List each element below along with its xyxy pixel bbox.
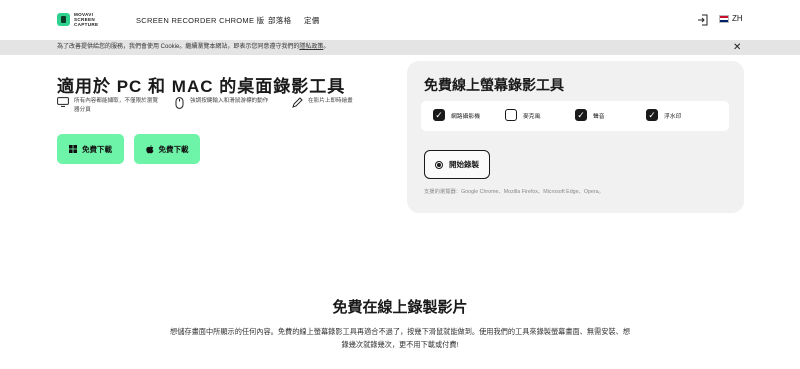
record-icon xyxy=(435,160,443,169)
flag-icon xyxy=(719,14,729,23)
download-mac-label: 免費下載 xyxy=(158,144,189,154)
option-microphone[interactable]: 麥克風 xyxy=(505,109,540,121)
language-label: ZH xyxy=(732,14,743,23)
feature-draw-text: 在影片上即時繪畫 xyxy=(308,98,353,104)
feature-capture-text: 所有內容都能擷取，不僅限於瀏覽器分頁 xyxy=(74,98,158,113)
option-sound-label: 聲音 xyxy=(593,113,605,120)
logo-icon xyxy=(57,13,70,26)
hero-title: 適用於 PC 和 MAC 的桌面錄影工具 xyxy=(57,77,346,96)
feature-highlight-text: 強調按鍵輸入和滑鼠游標的動作 xyxy=(190,98,269,104)
option-sound[interactable]: ✓ 聲音 xyxy=(575,109,605,121)
windows-icon xyxy=(69,145,77,153)
feature-draw: 在影片上即時繪畫 xyxy=(292,97,382,108)
feature-highlight: 強調按鍵輸入和滑鼠游標的動作 xyxy=(175,97,275,109)
download-windows-button[interactable]: 免費下載 xyxy=(57,134,124,164)
language-selector[interactable]: ZH xyxy=(719,14,743,23)
option-watermark-label: 浮水印 xyxy=(664,113,682,120)
privacy-policy-link[interactable]: 隱私政策 xyxy=(299,44,323,50)
cookie-text: 為了改善提供給您的服務，我們會使用 Cookie。繼續瀏覽本網站，即表示您同意遵… xyxy=(57,40,329,55)
monitor-icon xyxy=(57,97,69,107)
cookie-message: 為了改善提供給您的服務，我們會使用 Cookie。繼續瀏覽本網站，即表示您同意遵… xyxy=(57,44,300,50)
checkbox-checked-icon[interactable]: ✓ xyxy=(433,109,445,121)
option-webcam[interactable]: ✓ 網路攝影機 xyxy=(433,109,480,121)
checkbox-checked-icon[interactable]: ✓ xyxy=(575,109,587,121)
checkbox-unchecked-icon[interactable] xyxy=(505,109,517,121)
option-watermark[interactable]: ✓ 浮水印 xyxy=(646,109,681,121)
download-windows-label: 免費下載 xyxy=(82,144,112,154)
option-microphone-label: 麥克風 xyxy=(523,113,541,120)
checkbox-checked-icon[interactable]: ✓ xyxy=(646,109,658,121)
recorder-title: 免費線上螢幕錄影工具 xyxy=(424,77,564,93)
online-recorder-panel: 免費線上螢幕錄影工具 ✓ 網路攝影機 麥克風 ✓ 聲音 ✓ 浮水印 開始錄製 支… xyxy=(407,61,744,213)
mouse-icon xyxy=(175,97,184,109)
logo-text: MOVAVI SCREEN CAPTURE xyxy=(74,12,99,27)
download-mac-button[interactable]: 免費下載 xyxy=(134,134,200,164)
close-icon[interactable]: ✕ xyxy=(733,40,741,55)
movavi-logo[interactable]: MOVAVI SCREEN CAPTURE xyxy=(57,12,110,27)
start-recording-label: 開始錄製 xyxy=(449,160,479,169)
start-recording-button[interactable]: 開始錄製 xyxy=(424,150,490,179)
site-header: MOVAVI SCREEN CAPTURE SCREEN RECORDER CH… xyxy=(0,0,800,40)
nav-blog[interactable]: 部落格 xyxy=(268,15,291,26)
nav-chrome-extension[interactable]: SCREEN RECORDER CHROME 版 xyxy=(136,15,264,26)
apple-icon xyxy=(145,144,153,153)
option-webcam-label: 網路攝影機 xyxy=(451,113,480,120)
section-title: 免費在線上錄製影片 xyxy=(332,299,468,316)
supported-browsers: 支援的瀏覽器：Google Chrome、Mozilla Firefox、Mic… xyxy=(424,189,604,195)
login-icon[interactable] xyxy=(697,14,709,26)
cookie-banner: 為了改善提供給您的服務，我們會使用 Cookie。繼續瀏覽本網站，即表示您同意遵… xyxy=(0,40,800,55)
pencil-icon xyxy=(292,97,303,108)
cookie-end: 。 xyxy=(323,44,330,50)
section-text: 想儲存畫面中所顯示的任何內容。免費的線上螢幕錄影工具再適合不過了，按幾下滑鼠就能… xyxy=(170,327,631,349)
recorder-options: ✓ 網路攝影機 麥克風 ✓ 聲音 ✓ 浮水印 xyxy=(421,101,729,131)
feature-capture: 所有內容都能擷取，不僅限於瀏覽器分頁 xyxy=(57,97,159,114)
nav-pricing[interactable]: 定價 xyxy=(304,15,320,26)
